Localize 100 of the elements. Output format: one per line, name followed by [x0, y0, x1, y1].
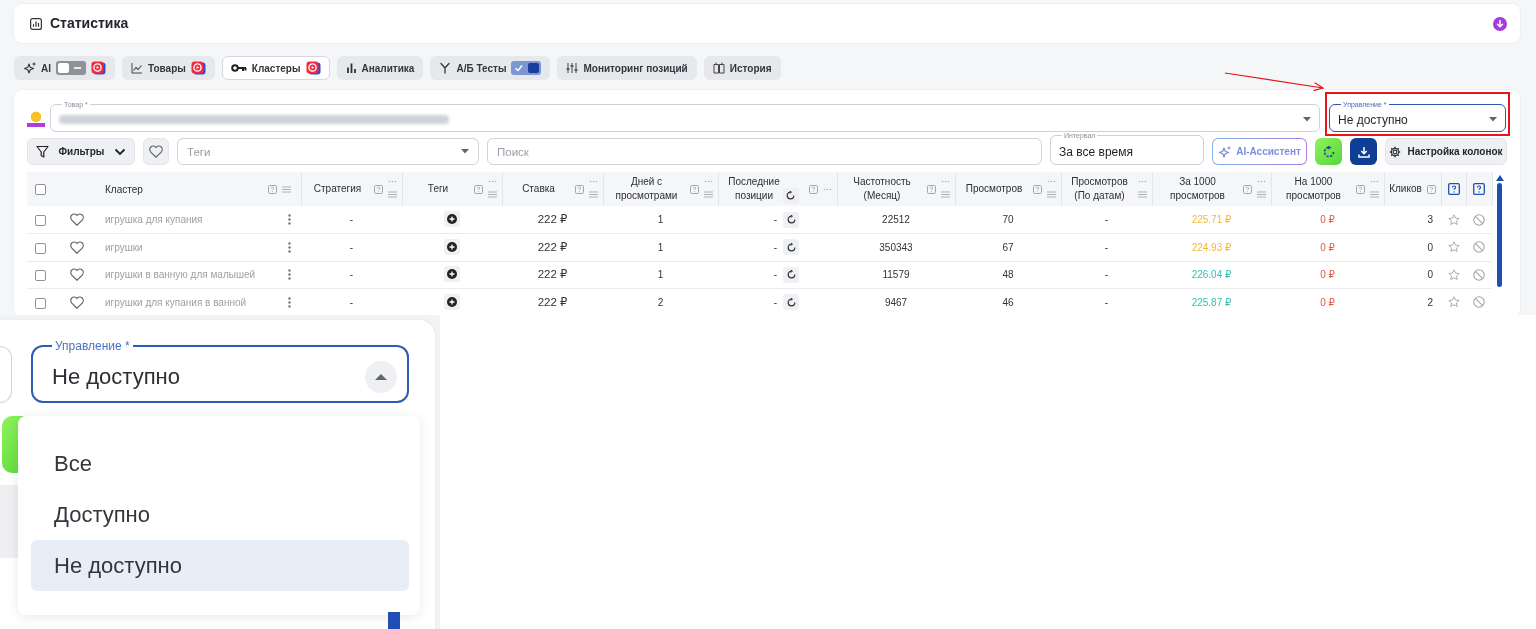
page-title: Статистика: [50, 14, 129, 33]
menu-lines-icon[interactable]: [703, 191, 713, 198]
kebab-menu-icon[interactable]: [288, 241, 291, 253]
menu-lines-icon[interactable]: [940, 191, 950, 198]
table-cell: 225.87 ₽: [1152, 288, 1271, 315]
table-cell-text: -: [773, 268, 778, 283]
tab[interactable]: А/Б Тесты: [430, 56, 551, 80]
caret-down-icon[interactable]: [461, 149, 469, 154]
table-cell: 222 ₽: [502, 288, 603, 315]
search-field[interactable]: Поиск: [487, 138, 1042, 165]
download-button[interactable]: [1350, 138, 1377, 165]
tab[interactable]: Мониторинг позиций: [557, 56, 697, 80]
refresh-button[interactable]: [783, 239, 800, 256]
menu-lines-icon[interactable]: [1256, 191, 1266, 198]
add-tag-button[interactable]: [444, 266, 460, 283]
table-cell: 11579: [837, 261, 955, 289]
table-cell: 2: [603, 288, 718, 315]
column-header: Кликов: [1389, 181, 1422, 196]
dropdown-option[interactable]: Все: [31, 438, 409, 489]
table-cell: -: [301, 233, 402, 261]
heart-icon[interactable]: [69, 240, 84, 254]
menu-lines-icon[interactable]: [387, 191, 397, 198]
star-icon[interactable]: [1447, 213, 1460, 226]
refresh-icon: [786, 191, 796, 200]
refresh-button[interactable]: [783, 211, 800, 228]
menu-lines-icon[interactable]: [1137, 191, 1147, 198]
management-select[interactable]: Управление * Не доступно: [31, 340, 409, 403]
tab[interactable]: Кластеры: [221, 56, 330, 80]
help-icon[interactable]: [1447, 183, 1460, 195]
scrollbar-thumb[interactable]: [1497, 183, 1502, 287]
column-header: Кластер: [104, 182, 144, 197]
refresh-icon: [786, 270, 796, 280]
download-icon[interactable]: [1493, 16, 1507, 31]
heart-icon[interactable]: [69, 295, 84, 309]
table-cell: 3: [1384, 206, 1441, 234]
add-tag-button[interactable]: [444, 211, 460, 227]
menu-lines-icon[interactable]: [588, 191, 598, 198]
favorites-button[interactable]: [143, 138, 169, 165]
refresh-button[interactable]: [1315, 138, 1342, 165]
scroll-up-icon[interactable]: [1495, 175, 1504, 181]
table-cell-text: -: [773, 295, 778, 310]
tab[interactable]: Товары: [122, 56, 215, 80]
column-header: Дней с просмотрами: [615, 174, 678, 203]
column-header: Просмотров: [965, 181, 1023, 196]
tags-select[interactable]: Теги: [177, 138, 479, 165]
table-cell-text: игрушки: [105, 240, 143, 255]
block-icon[interactable]: [1473, 296, 1485, 309]
kebab-menu-icon[interactable]: [288, 269, 291, 281]
tab[interactable]: История: [703, 56, 781, 80]
block-icon[interactable]: [1473, 241, 1485, 254]
menu-lines-icon[interactable]: [1369, 191, 1379, 198]
table-cell: 226.04 ₽: [1152, 261, 1271, 289]
toggle-switch[interactable]: [56, 61, 86, 75]
book-icon: [712, 62, 725, 74]
caret-down-icon[interactable]: [1489, 117, 1497, 122]
heart-icon[interactable]: [69, 213, 84, 226]
plus-icon: [447, 269, 457, 280]
kebab-menu-icon[interactable]: [288, 214, 291, 225]
block-icon[interactable]: [1473, 268, 1485, 281]
refresh-button[interactable]: [783, 266, 800, 283]
caret-down-icon[interactable]: [1303, 117, 1311, 122]
caret-up-icon[interactable]: [365, 360, 397, 393]
add-tag-button[interactable]: [444, 293, 460, 310]
menu-lines-icon[interactable]: [487, 191, 497, 198]
star-icon[interactable]: [1447, 241, 1460, 254]
checkbox[interactable]: [35, 297, 46, 309]
column-settings-button[interactable]: Настройка колонок: [1385, 138, 1507, 165]
table-cell-text: игрушки в ванную для малышей: [105, 268, 256, 283]
filters-button[interactable]: Фильтры: [27, 138, 135, 165]
table-cell: 0 ₽: [1271, 233, 1384, 261]
heart-icon[interactable]: [69, 268, 84, 282]
plus-icon: [447, 214, 457, 224]
table-cell: 1: [603, 261, 718, 289]
checkbox[interactable]: [35, 242, 46, 254]
tab[interactable]: Аналитика: [336, 56, 424, 80]
table-cell: 222 ₽: [502, 206, 603, 234]
table-cell: -: [1061, 206, 1152, 234]
table-cell: 48: [955, 261, 1061, 289]
help-icon[interactable]: [1473, 183, 1485, 195]
table-cell: 46: [955, 288, 1061, 315]
menu-lines-icon[interactable]: [281, 185, 291, 193]
block-icon[interactable]: [1473, 213, 1485, 226]
star-icon[interactable]: [1447, 268, 1460, 281]
menu-lines-icon[interactable]: [1046, 191, 1056, 198]
table-cell-text: -: [773, 240, 778, 255]
star-icon[interactable]: [1447, 296, 1460, 309]
checkbox[interactable]: [35, 214, 46, 226]
column-header: Просмотров (По датам): [1071, 174, 1128, 203]
toggle-switch[interactable]: [511, 61, 542, 75]
checkbox[interactable]: [35, 183, 46, 195]
kebab-menu-icon[interactable]: [288, 296, 291, 308]
refresh-button[interactable]: [783, 294, 800, 311]
line-chart-icon: [131, 62, 143, 74]
add-tag-button[interactable]: [444, 238, 460, 255]
dropdown-option[interactable]: Не доступно: [31, 540, 409, 591]
dropdown-option[interactable]: Доступно: [31, 489, 409, 540]
sparkle-icon: [23, 62, 36, 74]
refresh-button[interactable]: [782, 187, 799, 204]
tab[interactable]: AI: [14, 56, 115, 80]
checkbox[interactable]: [35, 270, 46, 282]
